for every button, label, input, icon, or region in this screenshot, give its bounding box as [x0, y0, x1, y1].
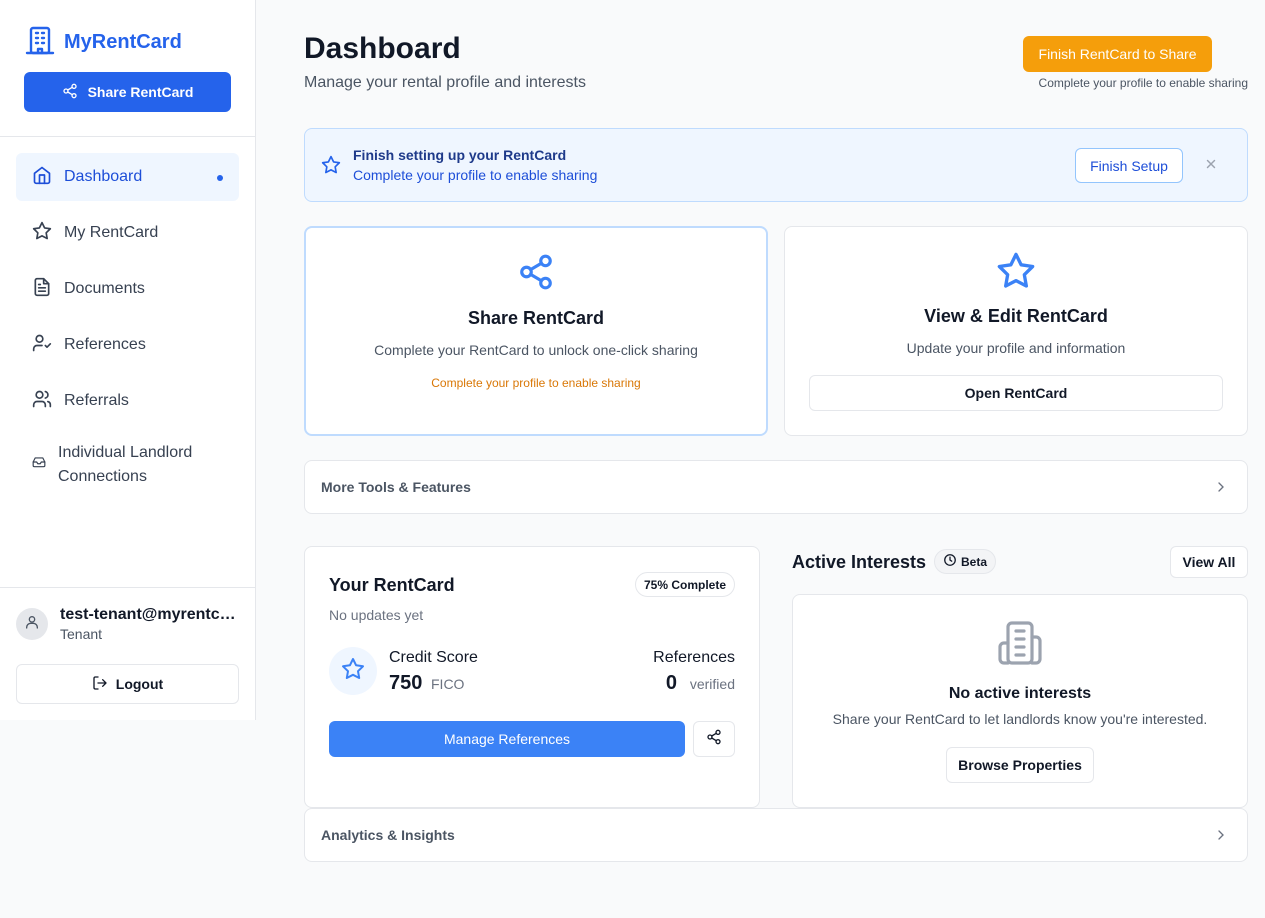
- card-description: Update your profile and information: [906, 340, 1126, 356]
- beta-label: Beta: [961, 554, 988, 569]
- beta-badge: Beta: [934, 549, 997, 574]
- active-interests-title: Active Interests: [792, 552, 927, 572]
- sidebar-item-referrals[interactable]: Referrals: [16, 377, 239, 425]
- user-email: test-tenant@myrentcard.com: [60, 606, 240, 623]
- share-rentcard-card[interactable]: Share RentCard Complete your RentCard to…: [304, 226, 768, 436]
- empty-state-title: No active interests: [948, 685, 1092, 702]
- finish-setup-button[interactable]: Finish Setup: [1075, 148, 1183, 183]
- user-profile[interactable]: test-tenant@myrentcard.com Tenant: [16, 606, 240, 642]
- setup-banner: Finish setting up your RentCard Complete…: [304, 128, 1248, 202]
- your-rentcard-card: Your RentCard No updates yet 75% Complet…: [304, 546, 760, 808]
- card-warning: Complete your profile to enable sharing: [431, 376, 641, 390]
- sidebar: MyRentCard Share RentCard Dashboard My R…: [0, 0, 256, 720]
- browse-properties-button[interactable]: Browse Properties: [946, 747, 1094, 783]
- open-rentcard-button[interactable]: Open RentCard: [809, 375, 1223, 411]
- sidebar-nav: Dashboard My RentCard Documents Referenc…: [16, 153, 239, 505]
- building-icon: [24, 24, 56, 61]
- user-role: Tenant: [60, 626, 103, 642]
- sidebar-item-landlord-connections[interactable]: Individual Landlord Connections: [16, 433, 239, 497]
- finish-rentcard-button[interactable]: Finish RentCard to Share: [1023, 36, 1212, 72]
- active-interests-card: No active interests Share your RentCard …: [792, 594, 1248, 808]
- sidebar-item-dashboard[interactable]: Dashboard: [16, 153, 239, 201]
- view-rentcard-card[interactable]: View & Edit RentCard Update your profile…: [784, 226, 1248, 436]
- logout-label: Logout: [115, 676, 164, 692]
- sidebar-item-label: References: [64, 336, 146, 353]
- star-icon: [321, 155, 341, 180]
- logout-icon: [92, 675, 108, 694]
- section-label: More Tools & Features: [321, 479, 471, 495]
- chevron-right-icon: [1213, 479, 1229, 500]
- star-icon: [996, 251, 1036, 296]
- sidebar-item-references[interactable]: References: [16, 321, 239, 369]
- share-button[interactable]: [693, 721, 735, 757]
- share-icon: [517, 252, 555, 297]
- analytics-section[interactable]: Analytics & Insights: [304, 808, 1248, 862]
- share-icon: [62, 83, 78, 102]
- view-all-button[interactable]: View All: [1170, 546, 1248, 578]
- page-title: Dashboard: [304, 32, 461, 65]
- sidebar-divider: [0, 136, 255, 137]
- star-icon: [341, 657, 365, 686]
- manage-references-button[interactable]: Manage References: [329, 721, 685, 757]
- avatar: [16, 608, 48, 640]
- page-subtitle: Manage your rental profile and interests: [304, 74, 586, 91]
- references-unit: verified: [689, 676, 735, 692]
- app-name: MyRentCard: [64, 31, 182, 53]
- document-icon: [32, 277, 52, 302]
- card-title: View & Edit RentCard: [924, 306, 1108, 326]
- home-icon: [32, 165, 52, 190]
- chevron-right-icon: [1213, 827, 1229, 848]
- users-icon: [32, 389, 52, 414]
- sidebar-item-label: Dashboard: [64, 168, 143, 185]
- sidebar-item-label: My RentCard: [64, 224, 159, 241]
- section-label: Analytics & Insights: [321, 827, 455, 843]
- sidebar-item-label: Individual Landlord Connections: [58, 444, 193, 485]
- sidebar-item-label: Referrals: [64, 392, 129, 409]
- card-title: Your RentCard: [329, 575, 455, 595]
- banner-title: Finish setting up your RentCard: [353, 147, 567, 163]
- share-icon: [706, 729, 722, 750]
- sidebar-item-documents[interactable]: Documents: [16, 265, 239, 313]
- finish-rentcard-note: Complete your profile to enable sharing: [1038, 76, 1248, 90]
- banner-subtitle: Complete your profile to enable sharing: [353, 167, 598, 183]
- star-icon: [32, 221, 52, 246]
- inbox-icon: [32, 453, 46, 477]
- credit-score-value: 750: [389, 672, 423, 694]
- share-rentcard-button[interactable]: Share RentCard: [24, 72, 231, 112]
- user-icon: [24, 614, 40, 635]
- card-title: Share RentCard: [467, 308, 605, 328]
- sidebar-item-my-rentcard[interactable]: My RentCard: [16, 209, 239, 257]
- references-label: References: [653, 649, 735, 666]
- more-tools-section[interactable]: More Tools & Features: [304, 460, 1248, 514]
- empty-state-subtitle: Share your RentCard to let landlords kno…: [832, 711, 1208, 727]
- references-count: 0: [665, 672, 677, 694]
- credit-score-unit: FICO: [431, 676, 465, 692]
- rentcard-avatar: [329, 647, 377, 695]
- clock-icon: [943, 553, 957, 570]
- share-rentcard-label: Share RentCard: [87, 84, 194, 100]
- credit-score-label: Credit Score: [389, 649, 478, 666]
- close-icon[interactable]: [1204, 157, 1218, 173]
- building-icon: [996, 619, 1044, 672]
- app-logo[interactable]: MyRentCard: [24, 24, 182, 61]
- logout-button[interactable]: Logout: [16, 664, 239, 704]
- sidebar-item-label: Documents: [64, 280, 145, 297]
- completion-badge: 75% Complete: [634, 572, 735, 597]
- user-check-icon: [32, 333, 52, 358]
- card-subtitle: No updates yet: [329, 607, 424, 623]
- active-indicator: [217, 175, 223, 181]
- sidebar-divider: [0, 587, 255, 588]
- card-description: Complete your RentCard to unlock one-cli…: [374, 342, 698, 358]
